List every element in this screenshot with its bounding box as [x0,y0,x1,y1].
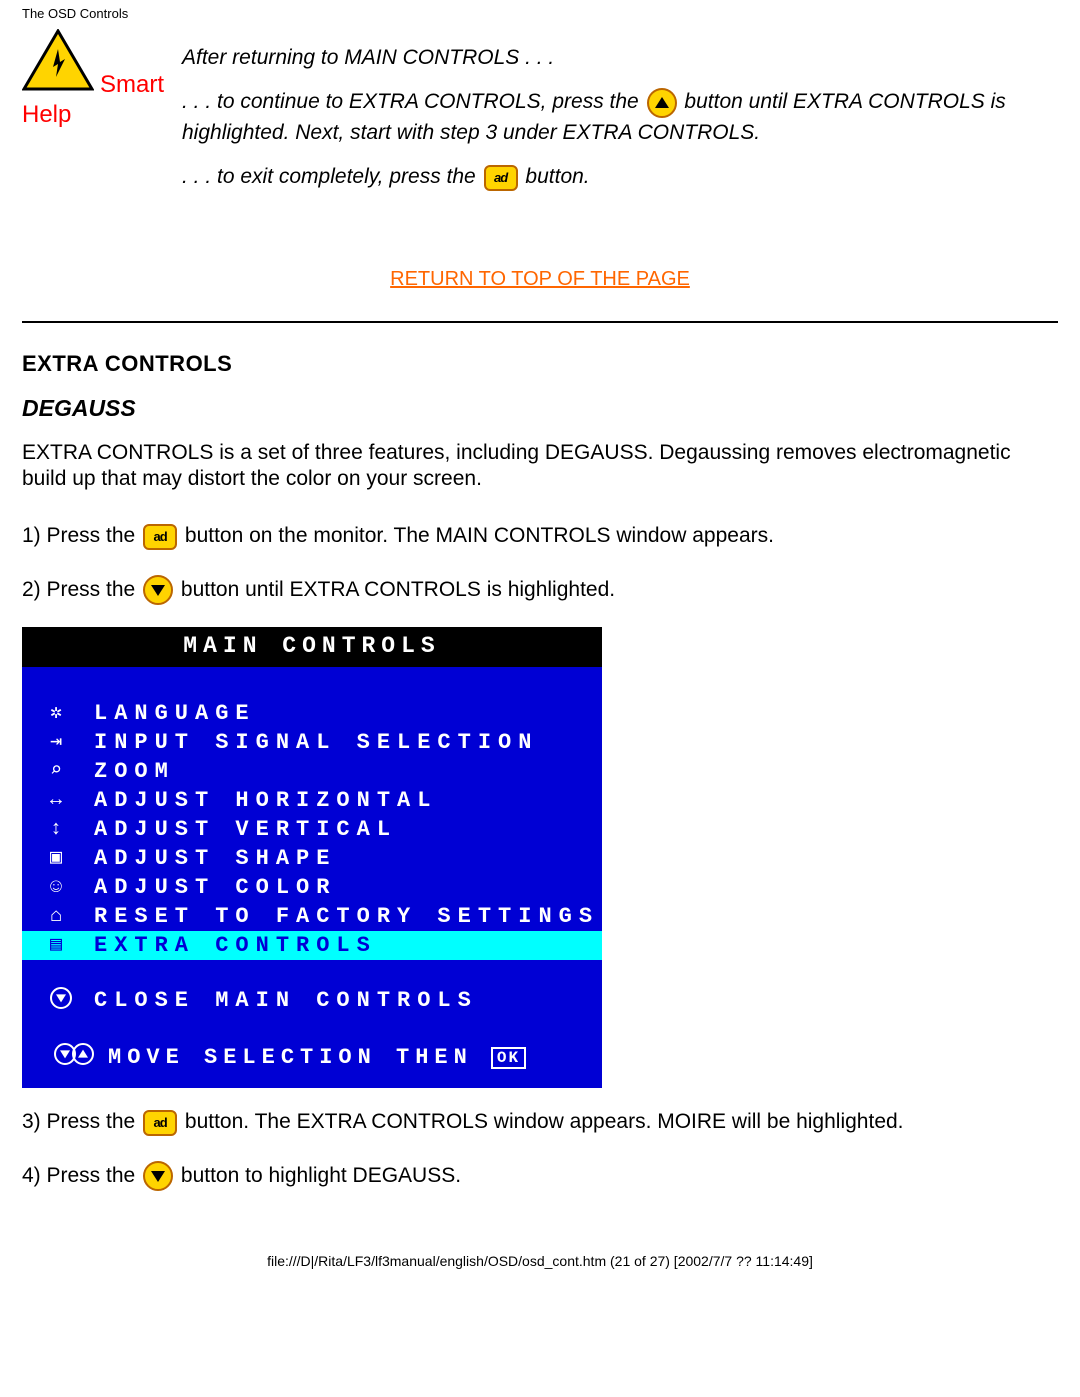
text: button. The EXTRA CONTROLS window appear… [185,1110,904,1133]
text: 2) Press the [22,578,141,601]
text: . . . to exit completely, press the [182,165,482,188]
extra-icon: ▤ [50,936,94,956]
osd-item-close: CLOSE MAIN CONTROLS [22,986,602,1015]
text: 3) Press the [22,1110,141,1133]
color-icon: ☺ [50,878,94,898]
down-arrow-icon [143,1161,173,1191]
updown-circle-icon [54,1043,90,1072]
ok-osd-icon: OK [491,1047,526,1069]
ok-button-icon: ad [143,524,177,550]
ok-button-icon: ad [143,1110,177,1136]
text: button. [525,165,589,188]
osd-item-label: LANGUAGE [94,701,256,726]
warning-icon [22,29,94,99]
instructions-block: After returning to MAIN CONTROLS . . . .… [182,29,1058,207]
text: 1) Press the [22,524,141,547]
smart-help-block: Smart Help [22,29,182,129]
osd-item-adjust-vertical: ↕ ADJUST VERTICAL [22,815,602,844]
osd-item-label: ADJUST VERTICAL [94,817,397,842]
osd-menu: ✲ LANGUAGE ⇥ INPUT SIGNAL SELECTION ⌕ ZO… [22,667,602,1025]
instr-continue: . . . to continue to EXTRA CONTROLS, pre… [182,87,1058,148]
instr-exit: . . . to exit completely, press the ad b… [182,162,1058,192]
osd-item-language: ✲ LANGUAGE [22,699,602,728]
down-circle-icon [50,987,94,1015]
intro-paragraph: EXTRA CONTROLS is a set of three feature… [22,440,1058,493]
osd-panel: MAIN CONTROLS ✲ LANGUAGE ⇥ INPUT SIGNAL … [22,627,602,1088]
osd-item-adjust-color: ☺ ADJUST COLOR [22,873,602,902]
osd-item-label: ADJUST SHAPE [94,846,336,871]
zoom-icon: ⌕ [50,762,94,782]
osd-item-label: RESET TO FACTORY SETTINGS [94,904,599,929]
smart-label: Smart [100,71,164,99]
step-3: 3) Press the ad button. The EXTRA CONTRO… [22,1106,1058,1138]
ok-button-icon: ad [484,165,518,191]
return-top-link-wrap: RETURN TO TOP OF THE PAGE [0,267,1080,291]
osd-item-label: ADJUST HORIZONTAL [94,788,437,813]
smart-help-row: Smart Help After returning to MAIN CONTR… [0,21,1080,217]
section-heading: EXTRA CONTROLS [22,351,1058,377]
osd-item-label: EXTRA CONTROLS [94,933,377,958]
down-arrow-icon [143,575,173,605]
reset-icon: ⌂ [50,907,94,927]
osd-item-adjust-shape: ▣ ADJUST SHAPE [22,844,602,873]
osd-item-label: CLOSE MAIN CONTROLS [94,988,478,1013]
header-path: The OSD Controls [0,0,1080,21]
step-4: 4) Press the button to highlight DEGAUSS… [22,1160,1058,1192]
text: button until EXTRA CONTROLS is highlight… [181,578,615,601]
osd-footer-text: MOVE SELECTION THEN [108,1045,473,1070]
subsection-heading: DEGAUSS [22,395,1058,422]
osd-item-label: ZOOM [94,759,175,784]
osd-item-adjust-horizontal: ↔ ADJUST HORIZONTAL [22,786,602,815]
footer-path: file:///D|/Rita/LF3/lf3manual/english/OS… [0,1213,1080,1279]
osd-title: MAIN CONTROLS [22,627,602,667]
help-label: Help [22,101,71,129]
divider [22,321,1058,323]
step-2: 2) Press the button until EXTRA CONTROLS… [22,574,1058,606]
shape-icon: ▣ [50,849,94,869]
osd-item-input-signal: ⇥ INPUT SIGNAL SELECTION [22,728,602,757]
text: 4) Press the [22,1164,141,1187]
text: button on the monitor. The MAIN CONTROLS… [185,524,774,547]
up-arrow-icon [647,88,677,118]
osd-footer: MOVE SELECTION THEN OK [22,1025,602,1088]
instr-after: After returning to MAIN CONTROLS . . . [182,43,1058,73]
horizontal-icon: ↔ [50,791,94,811]
input-icon: ⇥ [50,733,94,753]
osd-item-reset-factory: ⌂ RESET TO FACTORY SETTINGS [22,902,602,931]
text: . . . to continue to EXTRA CONTROLS, pre… [182,90,645,113]
osd-item-zoom: ⌕ ZOOM [22,757,602,786]
vertical-icon: ↕ [50,820,94,840]
osd-item-label: INPUT SIGNAL SELECTION [94,730,538,755]
osd-item-label: ADJUST COLOR [94,875,336,900]
return-top-link[interactable]: RETURN TO TOP OF THE PAGE [390,268,690,290]
globe-icon: ✲ [50,704,94,724]
osd-item-extra-controls: ▤ EXTRA CONTROLS [22,931,602,960]
step-1: 1) Press the ad button on the monitor. T… [22,520,1058,552]
text: button to highlight DEGAUSS. [181,1164,461,1187]
